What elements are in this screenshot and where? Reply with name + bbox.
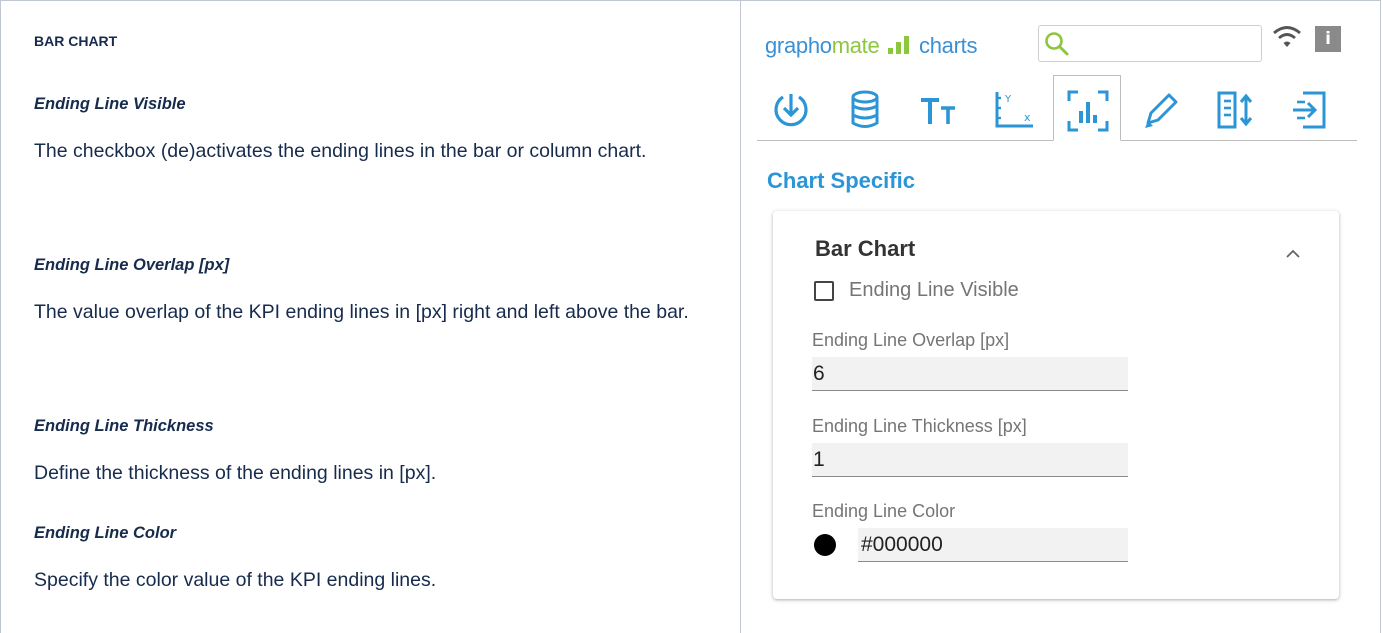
section-title: Chart Specific bbox=[767, 168, 915, 193]
thickness-input[interactable]: 1 bbox=[812, 443, 1128, 477]
color-input[interactable]: #000000 bbox=[858, 528, 1128, 562]
card-title: Bar Chart bbox=[815, 236, 916, 261]
section-heading: BAR CHART bbox=[34, 33, 118, 49]
property-description: Specify the color value of the KPI endin… bbox=[34, 569, 437, 591]
graphomate-logo: graphomate charts bbox=[765, 33, 977, 59]
search-box[interactable] bbox=[1038, 25, 1262, 62]
bar-chart-card: Bar Chart Ending Line Visible Ending Lin… bbox=[773, 211, 1339, 599]
tab-data[interactable] bbox=[831, 75, 899, 141]
doc-column: BAR CHART Ending Line Visible The checkb… bbox=[0, 0, 740, 633]
logo-bars-icon bbox=[886, 36, 912, 54]
tab-export[interactable] bbox=[1275, 75, 1343, 141]
info-icon[interactable]: i bbox=[1315, 26, 1341, 52]
property-title: Ending Line Thickness bbox=[34, 417, 214, 435]
property-panel: graphomate charts i Y x Chart Specific B… bbox=[741, 1, 1381, 633]
svg-text:Y: Y bbox=[1004, 94, 1012, 105]
color-label: Ending Line Color bbox=[812, 501, 956, 521]
tab-axis[interactable]: Y x bbox=[979, 75, 1047, 141]
database-icon bbox=[851, 90, 879, 128]
tab-design[interactable] bbox=[1127, 75, 1195, 141]
logo-text-part3: charts bbox=[919, 33, 978, 58]
wifi-icon bbox=[1273, 26, 1301, 47]
data-download-icon bbox=[774, 94, 808, 127]
svg-text:x: x bbox=[1024, 111, 1031, 124]
chart-specific-icon bbox=[1067, 90, 1109, 132]
overlap-label: Ending Line Overlap [px] bbox=[812, 330, 1010, 350]
overlap-input[interactable]: 6 bbox=[812, 357, 1128, 391]
thickness-label: Ending Line Thickness [px] bbox=[812, 416, 1027, 436]
property-description: The checkbox (de)activates the ending li… bbox=[34, 140, 647, 162]
property-title: Ending Line Visible bbox=[34, 95, 186, 113]
text-size-icon bbox=[921, 98, 955, 124]
color-swatch[interactable] bbox=[814, 534, 836, 556]
property-title: Ending Line Color bbox=[34, 524, 177, 542]
tab-layout[interactable] bbox=[1201, 75, 1269, 141]
tab-text[interactable] bbox=[905, 75, 973, 141]
property-title: Ending Line Overlap [px] bbox=[34, 256, 230, 274]
property-description: The value overlap of the KPI ending line… bbox=[34, 301, 689, 323]
pencil-icon bbox=[1145, 93, 1178, 128]
tab-data-download[interactable] bbox=[757, 75, 825, 141]
logo-text-part2: mate bbox=[831, 33, 880, 58]
search-icon bbox=[1045, 32, 1069, 56]
tab-chart-specific[interactable] bbox=[1053, 75, 1121, 141]
chevron-up-icon[interactable] bbox=[1285, 249, 1301, 259]
checkbox-label: Ending Line Visible bbox=[849, 279, 1019, 301]
ending-line-visible-checkbox[interactable] bbox=[814, 281, 834, 301]
logo-text-part1: grapho bbox=[765, 33, 832, 58]
export-icon bbox=[1293, 91, 1326, 129]
axis-icon: Y x bbox=[995, 92, 1033, 128]
layout-sort-icon bbox=[1217, 91, 1253, 129]
tab-bar: Y x bbox=[757, 75, 1357, 141]
property-description: Define the thickness of the ending lines… bbox=[34, 462, 437, 484]
